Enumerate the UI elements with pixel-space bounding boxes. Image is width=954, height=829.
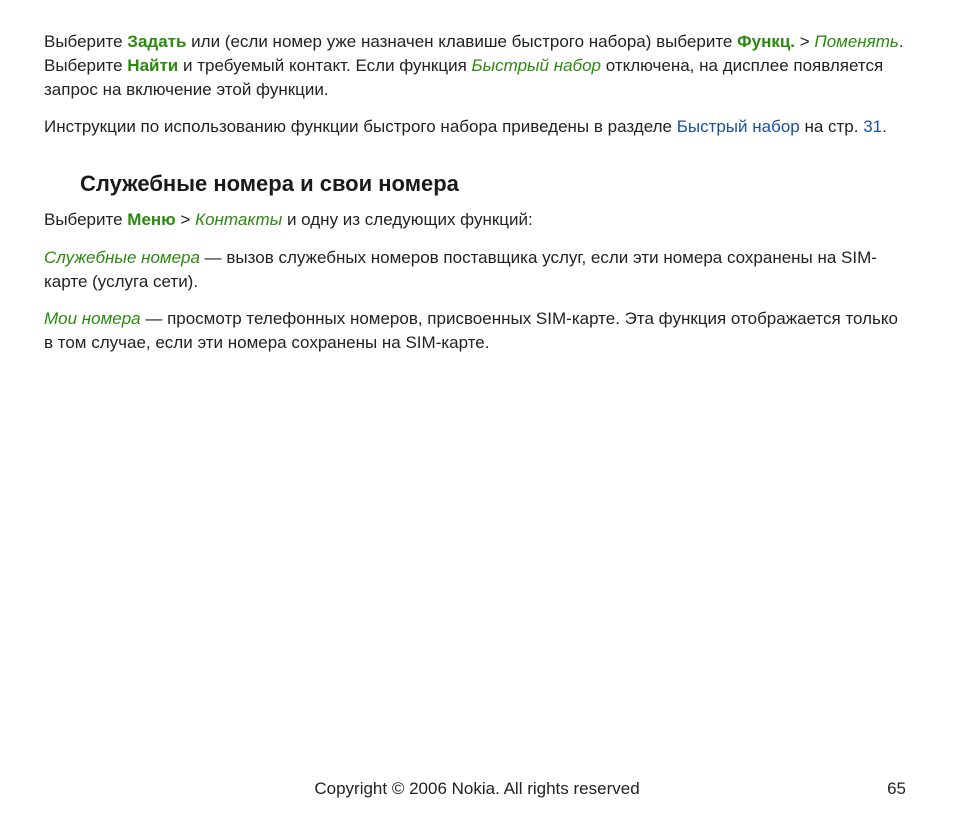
ui-action-change: Поменять — [814, 32, 898, 51]
text: или (если номер уже назначен клавише быс… — [186, 32, 737, 51]
copyright-text: Copyright © 2006 Nokia. All rights reser… — [314, 777, 639, 801]
text: на стр. — [800, 117, 863, 136]
paragraph-3: Выберите Меню > Контакты и одну из следу… — [44, 208, 906, 232]
section-heading: Служебные номера и свои номера — [80, 169, 906, 200]
ui-feature-my-numbers: Мои номера — [44, 309, 141, 328]
ui-action-set: Задать — [127, 32, 186, 51]
text: > — [795, 32, 814, 51]
paragraph-1: Выберите Задать или (если номер уже назн… — [44, 30, 906, 101]
text: Выберите — [44, 32, 127, 51]
text: > — [176, 210, 195, 229]
paragraph-4: Служебные номера — вызов служебных номер… — [44, 246, 906, 294]
paragraph-2: Инструкции по использованию функции быст… — [44, 115, 906, 139]
ui-action-menu: Меню — [127, 210, 175, 229]
text: Инструкции по использованию функции быст… — [44, 117, 677, 136]
text: . — [882, 117, 887, 136]
ui-feature-speeddial: Быстрый набор — [472, 56, 601, 75]
text: Выберите — [44, 210, 127, 229]
paragraph-5: Мои номера — просмотр телефонных номеров… — [44, 307, 906, 355]
text: и одну из следующих функций: — [282, 210, 533, 229]
link-speed-dial[interactable]: Быстрый набор — [677, 117, 800, 136]
link-page-31[interactable]: 31 — [863, 117, 882, 136]
page-footer: Copyright © 2006 Nokia. All rights reser… — [0, 777, 954, 801]
document-page: Выберите Задать или (если номер уже назн… — [0, 0, 954, 829]
ui-feature-service-numbers: Служебные номера — [44, 248, 200, 267]
page-number: 65 — [887, 777, 906, 801]
text: и требуемый контакт. Если функция — [178, 56, 471, 75]
ui-action-contacts: Контакты — [195, 210, 282, 229]
text: — просмотр телефонных номеров, присвоенн… — [44, 309, 898, 352]
ui-action-options: Функц. — [737, 32, 795, 51]
ui-action-find: Найти — [127, 56, 178, 75]
